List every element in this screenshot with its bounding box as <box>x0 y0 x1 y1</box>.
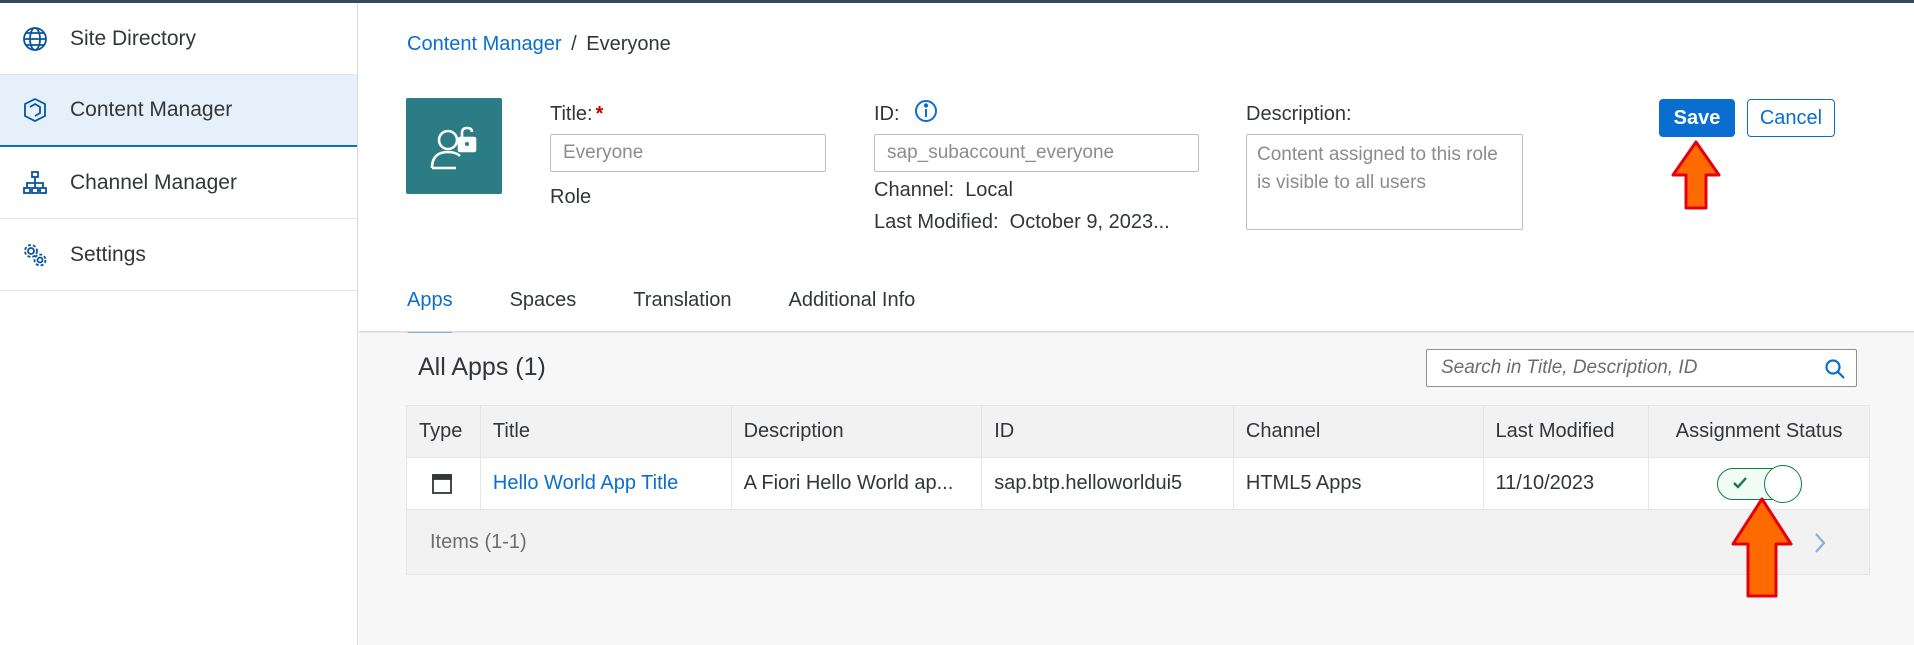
table-header-row: Type Title Description ID Channel Last M… <box>407 406 1869 458</box>
cube-icon <box>20 95 50 125</box>
app-id: sap.btp.helloworldui5 <box>982 458 1234 509</box>
last-modified-field: Last Modified: October 9, 2023... <box>874 211 1170 234</box>
app-description: A Fiori Hello World ap... <box>732 458 983 509</box>
sidebar-item-label: Site Directory <box>70 26 197 50</box>
column-header-type[interactable]: Type <box>407 406 481 457</box>
column-header-title[interactable]: Title <box>481 406 732 457</box>
tab-spaces[interactable]: Spaces <box>510 271 577 333</box>
sidebar-item-label: Settings <box>70 242 146 266</box>
last-modified-label: Last Modified: <box>874 211 999 233</box>
description-label: Description: <box>1246 103 1352 125</box>
table-footer: Items (1-1) <box>407 510 1869 574</box>
role-type-label: Role <box>550 186 592 208</box>
items-count: Items (1-1) <box>430 530 527 553</box>
sidebar-item-label: Channel Manager <box>70 170 237 194</box>
apps-table: Type Title Description ID Channel Last M… <box>406 405 1870 575</box>
title-input[interactable]: Everyone <box>550 134 826 172</box>
id-label: ID: <box>874 103 900 125</box>
id-input[interactable]: sap_subaccount_everyone <box>874 134 1199 172</box>
breadcrumb-current: Everyone <box>586 33 671 55</box>
apps-panel: All Apps (1) Search in Title, Descriptio… <box>359 333 1914 645</box>
last-modified-value: October 9, 2023... <box>1009 211 1170 233</box>
tab-bar: Apps Spaces Translation Additional Info <box>407 271 972 336</box>
apps-section-title: All Apps (1) <box>418 353 546 381</box>
search-icon[interactable] <box>1824 358 1846 386</box>
sidebar-item-site-directory[interactable]: Site Directory <box>0 3 357 75</box>
sidebar-item-label: Content Manager <box>70 98 233 121</box>
save-button[interactable]: Save <box>1659 99 1735 137</box>
title-label: Title: * <box>550 103 604 125</box>
sidebar-item-settings[interactable]: Settings <box>0 219 357 291</box>
app-last-modified: 11/10/2023 <box>1484 458 1650 509</box>
description-textarea[interactable]: Content assigned to this role is visible… <box>1246 134 1523 230</box>
role-icon-tile <box>406 98 502 194</box>
gears-icon <box>20 240 50 270</box>
required-asterisk: * <box>595 103 604 125</box>
role-header: Content Manager / Everyone Title: * Every… <box>359 3 1914 336</box>
column-header-channel[interactable]: Channel <box>1234 406 1484 457</box>
callout-arrow-up-toggle <box>1731 497 1793 598</box>
app-window-icon <box>407 458 481 509</box>
channel-field: Channel: Local <box>874 179 1013 202</box>
cancel-button[interactable]: Cancel <box>1747 99 1835 137</box>
tab-additional-info[interactable]: Additional Info <box>789 271 916 333</box>
channel-label: Channel: <box>874 179 955 201</box>
assignment-toggle[interactable] <box>1717 464 1803 503</box>
column-header-id[interactable]: ID <box>982 406 1234 457</box>
tab-apps[interactable]: Apps <box>407 271 453 336</box>
chevron-right-icon[interactable] <box>1813 531 1827 561</box>
info-icon[interactable] <box>913 98 939 130</box>
sidebar: Site Directory Content Manager Channel M… <box>0 3 358 645</box>
table-row[interactable]: Hello World App Title A Fiori Hello Worl… <box>407 458 1869 510</box>
sidebar-item-channel-manager[interactable]: Channel Manager <box>0 147 357 219</box>
breadcrumb-link-content-manager[interactable]: Content Manager <box>407 33 562 55</box>
main-content: Content Manager / Everyone Title: * Every… <box>359 3 1914 645</box>
breadcrumb: Content Manager / Everyone <box>407 33 671 56</box>
hierarchy-icon <box>20 168 50 198</box>
app-title-link[interactable]: Hello World App Title <box>481 458 732 509</box>
column-header-description[interactable]: Description <box>732 406 983 457</box>
column-header-assignment-status[interactable]: Assignment Status <box>1649 406 1869 457</box>
sidebar-item-content-manager[interactable]: Content Manager <box>0 75 357 147</box>
column-header-last-modified[interactable]: Last Modified <box>1484 406 1650 457</box>
tab-translation[interactable]: Translation <box>633 271 731 333</box>
checkmark-icon <box>1730 473 1750 499</box>
search-placeholder: Search in Title, Description, ID <box>1441 357 1698 378</box>
callout-arrow-up-save <box>1671 140 1721 210</box>
breadcrumb-separator: / <box>571 33 577 55</box>
channel-value: Local <box>965 179 1013 201</box>
app-channel: HTML5 Apps <box>1234 458 1484 509</box>
user-lock-icon <box>430 126 477 170</box>
apps-search-input[interactable]: Search in Title, Description, ID <box>1426 349 1857 387</box>
globe-icon <box>20 24 50 54</box>
